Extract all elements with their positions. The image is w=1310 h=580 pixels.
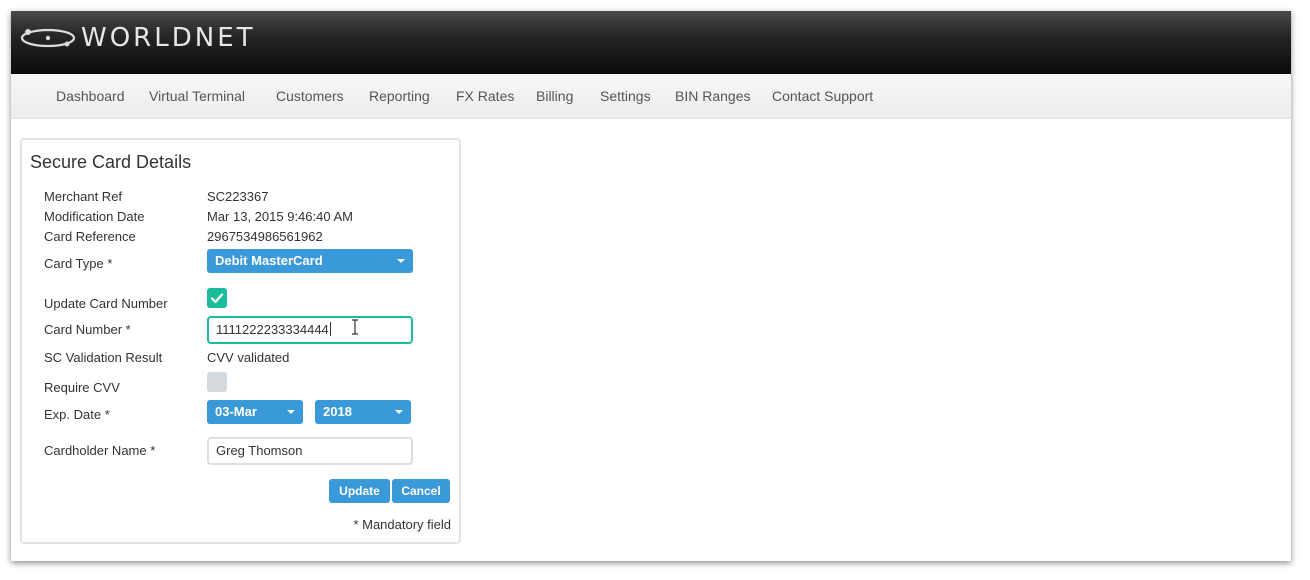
chevron-down-icon [395, 410, 403, 414]
modification-date-label: Modification Date [44, 209, 145, 224]
cardholder-name-value: Greg Thomson [216, 443, 303, 458]
nav-item-billing[interactable]: Billing [536, 88, 573, 104]
brand-logo[interactable]: WORLDNET [19, 22, 256, 54]
header-bar: WORLDNET [11, 11, 1291, 74]
panel-title: Secure Card Details [30, 152, 192, 172]
sc-validation-label: SC Validation Result [44, 350, 163, 365]
cardholder-name-input[interactable]: Greg Thomson [207, 437, 413, 465]
update-button[interactable]: Update [329, 479, 390, 503]
card-number-input[interactable]: 1111222233334444 [207, 316, 413, 344]
chevron-down-icon [397, 259, 405, 263]
main-nav: Dashboard Virtual Terminal Customers Rep… [11, 74, 1291, 119]
modification-date-value: Mar 13, 2015 9:46:40 AM [207, 209, 353, 224]
exp-year-select[interactable]: 2018 [315, 400, 411, 424]
exp-month-selected: 03-Mar [215, 404, 257, 419]
exp-year-selected: 2018 [323, 404, 352, 419]
exp-month-select[interactable]: 03-Mar [207, 400, 303, 424]
update-card-number-checkbox[interactable] [207, 288, 227, 308]
require-cvv-label: Require CVV [44, 380, 120, 395]
card-reference-value: 2967534986561962 [207, 229, 323, 244]
card-type-select[interactable]: Debit MasterCard [207, 249, 413, 273]
cardholder-name-label: Cardholder Name * [44, 443, 156, 458]
cancel-button[interactable]: Cancel [392, 479, 450, 503]
checkmark-icon [210, 293, 224, 304]
nav-item-dashboard[interactable]: Dashboard [56, 88, 125, 104]
require-cvv-checkbox[interactable] [207, 372, 227, 392]
mandatory-field-note: * Mandatory field [353, 517, 451, 532]
nav-item-contact-support[interactable]: Contact Support [772, 88, 873, 104]
nav-item-settings[interactable]: Settings [600, 88, 651, 104]
card-type-label: Card Type * [44, 256, 113, 271]
chevron-down-icon [287, 410, 295, 414]
text-cursor [329, 322, 331, 336]
nav-item-virtual-terminal[interactable]: Virtual Terminal [149, 88, 245, 104]
merchant-ref-value: SC223367 [207, 189, 269, 204]
secure-card-details-panel: Secure Card Details Merchant Ref SC22336… [20, 138, 461, 544]
update-card-number-label: Update Card Number [44, 296, 168, 311]
exp-date-label: Exp. Date * [44, 407, 110, 422]
nav-item-bin-ranges[interactable]: BIN Ranges [675, 88, 750, 104]
ibeam-cursor-icon [352, 319, 358, 335]
nav-item-reporting[interactable]: Reporting [369, 88, 430, 104]
card-reference-label: Card Reference [44, 229, 136, 244]
card-type-selected: Debit MasterCard [215, 253, 323, 268]
app-window: WORLDNET Dashboard Virtual Terminal Cust… [11, 11, 1291, 561]
card-number-value: 1111222233334444 [216, 322, 329, 337]
nav-item-fx-rates[interactable]: FX Rates [456, 88, 514, 104]
sc-validation-value: CVV validated [207, 350, 290, 365]
card-number-label: Card Number * [44, 322, 131, 337]
orbit-logo-icon [19, 23, 77, 53]
merchant-ref-label: Merchant Ref [44, 189, 123, 204]
brand-name: WORLDNET [81, 23, 256, 53]
nav-item-customers[interactable]: Customers [276, 88, 344, 104]
